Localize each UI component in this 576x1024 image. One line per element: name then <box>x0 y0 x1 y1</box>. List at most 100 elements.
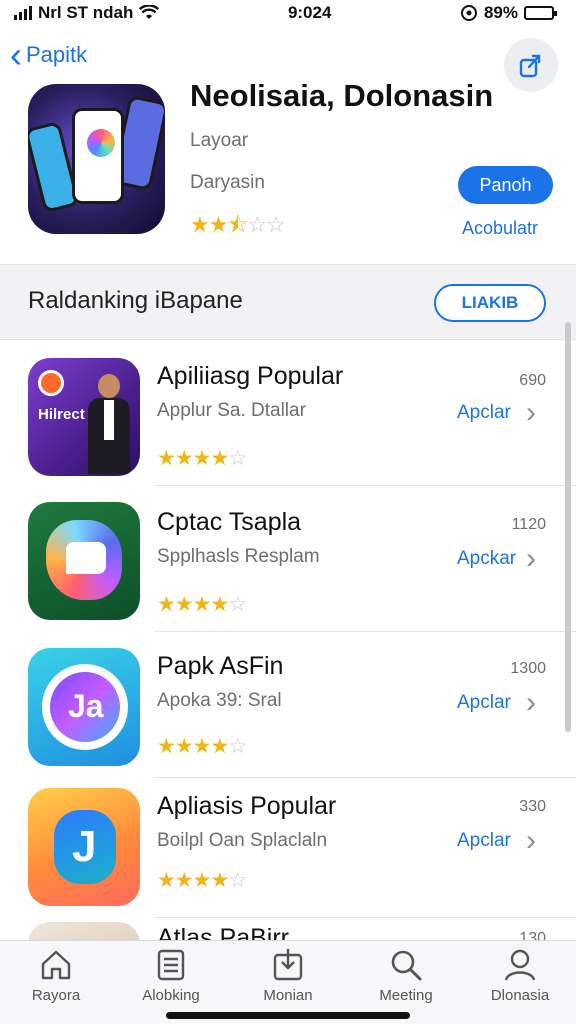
app-name: Cptac Tsapla <box>157 508 302 536</box>
chevron-right-icon[interactable]: › <box>526 542 536 576</box>
app-developer: Daryasin <box>190 172 265 193</box>
tab-profile[interactable]: Dlonasia <box>470 947 570 1004</box>
tab-label: Monian <box>263 987 313 1004</box>
list-item[interactable]: Ja Papk AsFin Apoka 39: Sral ★★★★☆ 1300 … <box>0 632 576 778</box>
partial-app-icon[interactable] <box>28 922 140 940</box>
app-list: Hilrect Eoan Apiliiasg Popular Applur Sa… <box>0 340 576 940</box>
star-icon: ★ <box>192 735 212 758</box>
star-icon: ★ <box>210 869 229 892</box>
list-item[interactable]: Atlas PaBirr 130 <box>0 912 576 940</box>
search-icon <box>391 950 422 981</box>
app-subtitle: Layoar <box>190 130 249 151</box>
app-meta: 330 <box>519 798 546 815</box>
star-icon: ☆ <box>266 212 286 237</box>
star-icon: ☆ <box>228 869 247 892</box>
phone-graphic-center <box>72 108 124 204</box>
star-icon: ★ <box>157 735 176 758</box>
star-icon: ☆ <box>247 212 267 237</box>
color-orb-icon <box>87 129 115 157</box>
person-graphic <box>84 374 134 474</box>
chevron-left-icon: ‹ <box>10 34 22 75</box>
list-icon <box>157 949 185 981</box>
section-title: Raldanking iBapane <box>28 287 243 314</box>
carrier-label: Nrl ST ndah <box>38 3 134 22</box>
star-icon: ☆ <box>228 447 247 470</box>
star-icon: ★ <box>210 735 229 758</box>
app-meta: 130 <box>519 930 546 940</box>
list-item[interactable]: Cptac Tsapla Spplhasls Resplam ★★★★☆ 112… <box>0 486 576 632</box>
rating-stars: ★★★★☆ <box>157 868 247 893</box>
star-icon: ★ <box>157 593 176 616</box>
share-button[interactable] <box>504 38 558 92</box>
get-button[interactable]: Panoh <box>458 166 553 204</box>
tab-download[interactable]: Monian <box>238 947 338 1004</box>
back-button[interactable]: ‹ Papitk <box>10 34 88 75</box>
get-button[interactable]: Apclar <box>457 830 511 852</box>
star-icon: ☆ <box>228 593 247 616</box>
rating-stars: ★★★★☆ <box>157 592 247 617</box>
section-action-button[interactable]: LIAKIB <box>434 284 546 322</box>
share-icon <box>519 54 541 78</box>
star-icon: ★ <box>174 447 194 470</box>
download-icon <box>273 949 303 981</box>
list-item[interactable]: J Apliasis Popular Boilpl Oan Splaclaln … <box>0 772 576 918</box>
back-label: Papitk <box>26 42 88 67</box>
status-left: Nrl ST ndah <box>14 3 160 23</box>
app-subtitle: Applur Sa. Dtallar <box>157 400 306 421</box>
color-chat-bubble-icon[interactable] <box>28 502 140 620</box>
battery-percent: 89% <box>483 3 518 22</box>
scrollbar[interactable] <box>565 322 571 732</box>
battery-icon <box>523 6 557 20</box>
list-item[interactable]: Hilrect Eoan Apiliiasg Popular Applur Sa… <box>0 340 576 486</box>
tab-list[interactable]: Alobking <box>121 947 221 1004</box>
brand-logo-icon <box>38 370 64 396</box>
app-subtitle: Boilpl Oan Splaclaln <box>157 830 328 851</box>
app-name: Apiliiasg Popular <box>157 362 344 390</box>
location-lock-icon <box>460 5 477 21</box>
icon-text: J <box>72 822 97 871</box>
chevron-right-icon[interactable]: › <box>526 824 536 858</box>
get-button[interactable]: Apclar <box>457 692 511 714</box>
star-icon: ★ <box>192 869 212 892</box>
chat-bubble-graphic <box>66 542 106 574</box>
get-button[interactable]: Apclar <box>457 402 511 424</box>
tab-search[interactable]: Meeting <box>356 947 456 1004</box>
tab-label: Rayora <box>31 987 81 1004</box>
star-icon: ★ <box>174 869 194 892</box>
app-name: Apliasis Popular <box>157 792 337 820</box>
app-name: Atlas PaBirr <box>157 924 289 940</box>
chevron-right-icon[interactable]: › <box>526 686 536 720</box>
status-right: 89% <box>460 3 557 23</box>
star-icon: ☆ <box>228 735 247 758</box>
tab-home[interactable]: Rayora <box>6 947 106 1004</box>
ja-chat-icon[interactable]: Ja <box>28 648 140 766</box>
star-icon: ★ <box>210 447 229 470</box>
rating-stars: ★★★★☆ <box>157 446 247 471</box>
person-icon <box>504 949 536 981</box>
get-button[interactable]: Apckar <box>457 548 516 570</box>
rating-stars: ★★★★☆ <box>157 734 247 759</box>
wifi-icon <box>139 5 160 19</box>
person-promo-icon[interactable]: Hilrect Eoan <box>28 358 140 476</box>
chevron-right-icon[interactable]: › <box>526 396 536 430</box>
star-icon: ★ <box>157 447 176 470</box>
star-icon: ★ <box>190 212 210 237</box>
home-indicator <box>166 1012 410 1019</box>
j-letter-icon[interactable]: J <box>28 788 140 906</box>
tab-label: Alobking <box>142 987 200 1004</box>
star-icon: ★ <box>174 735 194 758</box>
more-link[interactable]: Acobulatr <box>462 218 538 239</box>
app-title: Neolisaia, Dolonasin <box>190 78 494 113</box>
featured-app-icon[interactable] <box>28 84 165 234</box>
clock: 9:024 <box>287 3 332 22</box>
app-name: Papk AsFin <box>157 652 284 680</box>
signal-icon <box>14 6 32 20</box>
tab-label: Dlonasia <box>490 987 550 1004</box>
app-subtitle: Apoka 39: Sral <box>157 690 282 711</box>
star-icon: ★ <box>174 593 194 616</box>
ring-graphic: Ja <box>42 664 128 750</box>
status-bar: Nrl ST ndah 9:024 89% <box>0 0 576 26</box>
tab-label: Meeting <box>379 987 433 1004</box>
star-icon: ★ <box>192 593 212 616</box>
star-icon: ★ <box>157 869 176 892</box>
